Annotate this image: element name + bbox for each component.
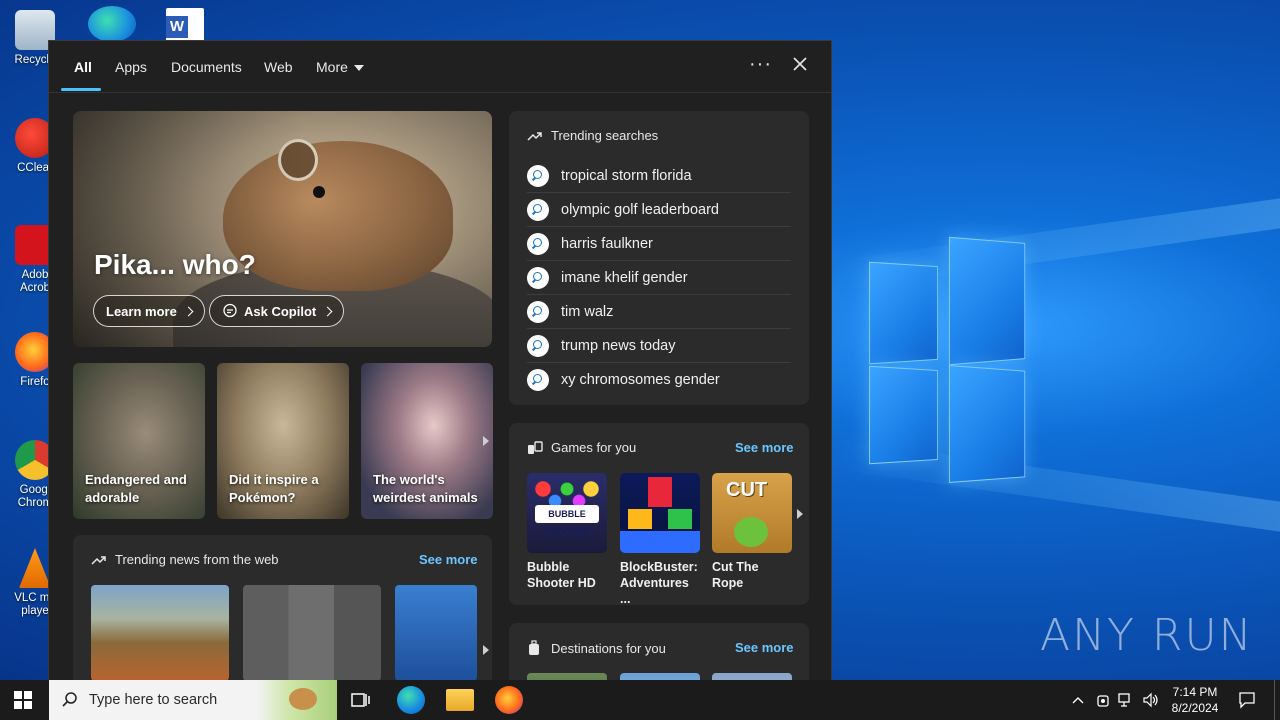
edge-taskbar-icon[interactable] <box>397 686 425 714</box>
scroll-right-icon[interactable] <box>483 436 489 446</box>
tab-documents[interactable]: Documents <box>171 59 242 75</box>
tab-all[interactable]: All <box>74 59 92 75</box>
search-icon <box>527 369 549 391</box>
ask-copilot-button[interactable]: Ask Copilot <box>209 295 345 327</box>
search-icon <box>62 692 77 707</box>
windows-start-icon[interactable] <box>14 691 32 709</box>
search-icon <box>527 232 549 255</box>
volume-icon[interactable] <box>1142 692 1160 708</box>
search-tabs-bar: All Apps Documents Web More ··· <box>49 41 831 93</box>
trending-search-item[interactable]: trump news today <box>527 329 791 363</box>
tab-apps[interactable]: Apps <box>115 59 147 75</box>
bubble-shooter-image: BUBBLE SHOOTER <box>527 473 607 553</box>
thumbnail-card[interactable]: The world's weirdest animals <box>361 363 493 519</box>
destinations-see-more-link[interactable]: See more <box>735 640 794 655</box>
trending-searches-card: Trending searches tropical storm florida… <box>509 111 809 405</box>
edge-desktop-icon[interactable] <box>88 6 136 42</box>
tab-web[interactable]: Web <box>264 59 293 75</box>
trending-search-item[interactable]: imane khelif gender <box>527 261 791 295</box>
blockbuster-image <box>620 473 700 553</box>
trending-icon <box>527 131 542 141</box>
chevron-up-icon[interactable] <box>1072 695 1084 705</box>
taskbar-search-box[interactable]: Type here to search <box>49 680 337 720</box>
word-document-icon[interactable]: W <box>166 8 204 42</box>
search-icon <box>527 334 549 357</box>
game-tile-bubble-shooter[interactable]: BUBBLE SHOOTER Bubble Shooter HD <box>527 473 607 591</box>
scroll-right-icon[interactable] <box>797 509 803 519</box>
anyrun-watermark: ANY RUN <box>1040 610 1254 661</box>
destinations-card: Destinations for you See more <box>509 623 809 680</box>
games-see-more-link[interactable]: See more <box>735 440 794 455</box>
trending-news-header: Trending news from the web <box>91 552 279 567</box>
search-icon <box>527 198 549 221</box>
games-header: Games for you <box>527 440 636 455</box>
system-clock[interactable]: 7:14 PM 8/2/2024 <box>1160 684 1230 716</box>
trending-search-item[interactable]: harris faulkner <box>527 227 791 261</box>
hero-card[interactable]: Pika... who? Learn more Ask Copilot <box>73 111 492 347</box>
learn-more-button[interactable]: Learn more <box>93 295 205 327</box>
tab-more[interactable]: More <box>316 59 364 75</box>
chevron-right-icon <box>183 306 194 316</box>
games-icon <box>528 440 543 454</box>
show-desktop-button[interactable] <box>1274 680 1275 720</box>
chevron-right-icon <box>322 306 333 316</box>
trending-icon <box>91 555 106 565</box>
trending-search-item[interactable]: tropical storm florida <box>527 159 791 193</box>
destination-thumbnail[interactable] <box>527 673 607 680</box>
task-view-icon[interactable] <box>346 686 374 714</box>
news-thumbnail[interactable] <box>395 585 477 680</box>
scroll-right-icon[interactable] <box>483 645 489 655</box>
caret-down-icon <box>353 65 364 72</box>
network-icon[interactable] <box>1118 692 1134 708</box>
trending-search-item[interactable]: xy chromosomes gender <box>527 363 791 397</box>
search-icon <box>527 266 549 289</box>
destination-thumbnail[interactable] <box>712 673 792 680</box>
close-icon[interactable] <box>789 53 811 75</box>
destinations-header: Destinations for you <box>527 640 666 656</box>
firefox-taskbar-icon[interactable] <box>495 686 523 714</box>
active-tab-indicator <box>61 88 101 91</box>
trending-searches-header: Trending searches <box>527 128 658 143</box>
news-thumbnail[interactable] <box>91 585 229 680</box>
hero-title: Pika... who? <box>94 249 256 280</box>
security-icon[interactable] <box>1096 692 1110 708</box>
news-thumbnail[interactable] <box>243 585 381 680</box>
more-options-icon[interactable]: ··· <box>749 53 772 76</box>
file-explorer-icon[interactable] <box>446 689 474 711</box>
trending-search-item[interactable]: olympic golf leaderboard <box>527 193 791 227</box>
game-tile-blockbuster[interactable]: BlockBuster: Adventures ... <box>620 473 700 607</box>
destination-thumbnail[interactable] <box>620 673 700 680</box>
chat-bubble-icon <box>223 303 237 318</box>
cut-the-rope-image: CUT <box>712 473 792 553</box>
search-panel: All Apps Documents Web More ··· Pika... … <box>48 40 832 680</box>
luggage-icon <box>529 640 539 655</box>
trending-news-see-more-link[interactable]: See more <box>419 552 478 567</box>
search-icon <box>527 164 549 187</box>
taskbar: Type here to search 7:14 PM 8/2/2024 <box>0 680 1280 720</box>
thumbnail-card[interactable]: Did it inspire a Pokémon? <box>217 363 349 519</box>
game-tile-cut-the-rope[interactable]: CUT Cut The Rope <box>712 473 792 591</box>
windows-logo-wallpaper <box>868 236 1030 484</box>
thumbnail-card[interactable]: Endangered and adorable <box>73 363 205 519</box>
search-highlight-image <box>257 680 337 720</box>
trending-news-card: Trending news from the web See more <box>73 535 492 680</box>
search-icon <box>527 300 549 323</box>
trending-search-item[interactable]: tim walz <box>527 295 791 329</box>
notifications-icon[interactable] <box>1238 691 1256 709</box>
games-card: Games for you See more BUBBLE SHOOTER Bu… <box>509 423 809 607</box>
